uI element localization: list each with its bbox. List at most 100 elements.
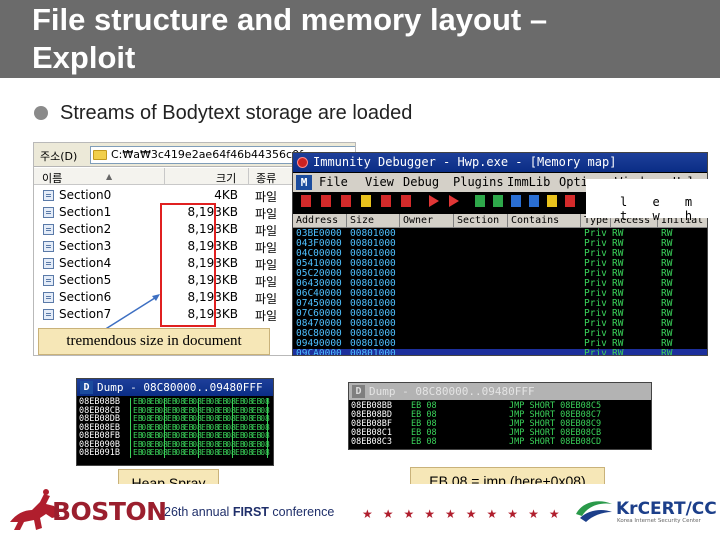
menu-item-file[interactable]: File bbox=[319, 175, 348, 189]
trace-into-icon[interactable] bbox=[511, 195, 521, 207]
region-type: Priv bbox=[584, 348, 607, 356]
file-name: Section1 bbox=[59, 205, 112, 219]
column-type[interactable]: 종류 bbox=[256, 170, 276, 186]
folder-icon bbox=[93, 150, 107, 160]
file-icon bbox=[43, 224, 54, 235]
region-address: 09CA0000 bbox=[296, 348, 342, 356]
disasm-row[interactable]: 08EB08C3 EB 08 JMP SHORT 08EB08CD bbox=[349, 438, 651, 447]
pause-icon[interactable] bbox=[361, 195, 371, 207]
boston-logo: BOSTON bbox=[52, 497, 167, 526]
address-label: 주소(D) bbox=[40, 150, 78, 163]
step-icon[interactable] bbox=[401, 195, 411, 207]
stop-icon[interactable] bbox=[381, 195, 391, 207]
file-type: 파일 bbox=[255, 241, 278, 255]
toolbar-overlay: l e m t w h bbox=[586, 179, 711, 223]
run-icon[interactable] bbox=[429, 195, 439, 207]
column-name[interactable]: 이름 bbox=[42, 170, 62, 186]
dump-byte: 08 bbox=[260, 448, 270, 457]
file-type: 파일 bbox=[255, 207, 278, 221]
column-size[interactable]: 크기 bbox=[216, 170, 236, 186]
file-icon bbox=[43, 292, 54, 303]
region-initial: RW bbox=[661, 348, 673, 356]
dump-instruction: JMP SHORT 08EB08CD bbox=[509, 437, 602, 447]
dump-rows: 08EB08BB EB 08 JMP SHORT 08EB08C5 08EB08BD E… bbox=[349, 402, 651, 447]
bullet-text: Streams of Bodytext storage are loaded bbox=[60, 101, 413, 124]
file-icon bbox=[43, 309, 54, 320]
bullet-dot-icon bbox=[34, 106, 48, 120]
memory-map-row[interactable]: 09CA0000 00801000 Priv RW RW bbox=[293, 348, 707, 356]
trace-over-icon[interactable] bbox=[529, 195, 539, 207]
disasm-row[interactable]: 08EB08BF EB 08 JMP SHORT 08EB08C9 bbox=[349, 420, 651, 429]
run-thread-icon[interactable] bbox=[449, 195, 459, 207]
slide-title-line-2: Exploit bbox=[32, 40, 136, 75]
disasm-row[interactable]: 08EB08C1 EB 08 JMP SHORT 08EB08CB bbox=[349, 429, 651, 438]
dump-title: Dump - 08C80000..09480FFF bbox=[97, 381, 263, 394]
callout-arrow bbox=[103, 294, 160, 331]
slide-title-line-1: File structure and memory layout – bbox=[32, 2, 548, 37]
file-name: Section4 bbox=[59, 256, 112, 270]
dump-hex: EB 08 bbox=[411, 437, 437, 447]
krcert-name: KrCERT/CC bbox=[616, 499, 717, 519]
close-icon[interactable] bbox=[341, 195, 351, 207]
column-address[interactable]: Address bbox=[296, 215, 338, 226]
step-into-icon[interactable] bbox=[475, 195, 485, 207]
cert-kr: Kr bbox=[616, 499, 638, 519]
debugger-title-bar: Immunity Debugger - Hwp.exe - [Memory ma… bbox=[293, 153, 707, 172]
file-icon bbox=[43, 190, 54, 201]
file-icon bbox=[43, 275, 54, 286]
memory-map-rows: 03BE0000 00801000 Priv RW RW 043F0000 00801000… bbox=[293, 229, 707, 356]
goto-icon[interactable] bbox=[565, 195, 575, 207]
region-size: 00801000 bbox=[350, 348, 396, 356]
debugger-title: Immunity Debugger - Hwp.exe - [Memory ma… bbox=[313, 155, 617, 169]
file-type: 파일 bbox=[255, 292, 278, 306]
file-size: 4KB bbox=[214, 188, 238, 202]
column-owner[interactable]: Owner bbox=[403, 215, 433, 226]
dump-title-bar: D Dump - 08C80000..09480FFF bbox=[349, 383, 651, 400]
krcert-subtitle: Korea Internet Security Center bbox=[617, 518, 701, 524]
dump-rows: 08EB08BB EB 08 EB 08 EB 08 EB 08 EB 08 EB 08 EB 08 EB 08… bbox=[77, 397, 273, 458]
file-name: Section5 bbox=[59, 273, 112, 287]
dump-address: 08EB08C3 bbox=[351, 437, 392, 447]
conf-first: FIRST bbox=[232, 505, 269, 519]
address-path: C:₩a₩3c419e2ae64f46b44356c0f bbox=[111, 148, 303, 161]
menu-item-immlib[interactable]: ImmLib bbox=[507, 175, 550, 189]
file-type: 파일 bbox=[255, 309, 278, 323]
file-name: Section2 bbox=[59, 222, 112, 236]
krcert-logo-icon bbox=[576, 501, 612, 522]
region-access: RW bbox=[612, 348, 624, 356]
size-callout: tremendous size in document bbox=[38, 328, 270, 355]
dump-title: Dump - 08C80000..09480FFF bbox=[369, 385, 535, 398]
bullet-point: Streams of Bodytext storage are loaded bbox=[34, 100, 412, 126]
menu-item-debug[interactable]: Debug bbox=[403, 175, 439, 189]
menu-item-view[interactable]: View bbox=[365, 175, 394, 189]
column-size[interactable]: Size bbox=[350, 215, 374, 226]
step-over-icon[interactable] bbox=[493, 195, 503, 207]
dump-window-heap: D Dump - 08C80000..09480FFF 08EB08BB EB 08… bbox=[76, 378, 274, 466]
cert-cert: CERT bbox=[637, 499, 686, 519]
menu-item-plugins[interactable]: Plugins bbox=[453, 175, 504, 189]
disasm-row[interactable]: 08EB08BB EB 08 JMP SHORT 08EB08C5 bbox=[349, 402, 651, 411]
dump-icon: D bbox=[80, 381, 93, 394]
sort-up-icon: ▲ bbox=[106, 172, 113, 181]
toolbar-letters: l e m t w h bbox=[620, 195, 702, 223]
conf-suffix: conference bbox=[272, 505, 335, 519]
disasm-row[interactable]: 08EB08BD EB 08 JMP SHORT 08EB08C7 bbox=[349, 411, 651, 420]
dump-icon: D bbox=[352, 385, 365, 398]
memory-map-icon: M bbox=[296, 175, 312, 190]
column-section[interactable]: Section bbox=[457, 215, 499, 226]
execute-till-return-icon[interactable] bbox=[547, 195, 557, 207]
dump-title-bar: D Dump - 08C80000..09480FFF bbox=[77, 379, 273, 396]
column-contains[interactable]: Contains bbox=[511, 215, 559, 226]
file-type: 파일 bbox=[255, 258, 278, 272]
dump-address: 08EB091B bbox=[79, 448, 120, 458]
file-type: 파일 bbox=[255, 190, 278, 204]
file-icon bbox=[43, 207, 54, 218]
immunity-logo-icon bbox=[297, 157, 308, 168]
dump-row[interactable]: 08EB091B EB 08 EB 08 EB 08 EB 08 EB 08 EB 08 EB 08 EB 08 bbox=[77, 448, 273, 458]
file-type: 파일 bbox=[255, 224, 278, 238]
open-icon[interactable] bbox=[301, 195, 311, 207]
file-name: Section3 bbox=[59, 239, 112, 253]
restart-icon[interactable] bbox=[321, 195, 331, 207]
conf-prefix: 26th annual bbox=[164, 505, 230, 519]
file-name: Section0 bbox=[59, 188, 112, 202]
